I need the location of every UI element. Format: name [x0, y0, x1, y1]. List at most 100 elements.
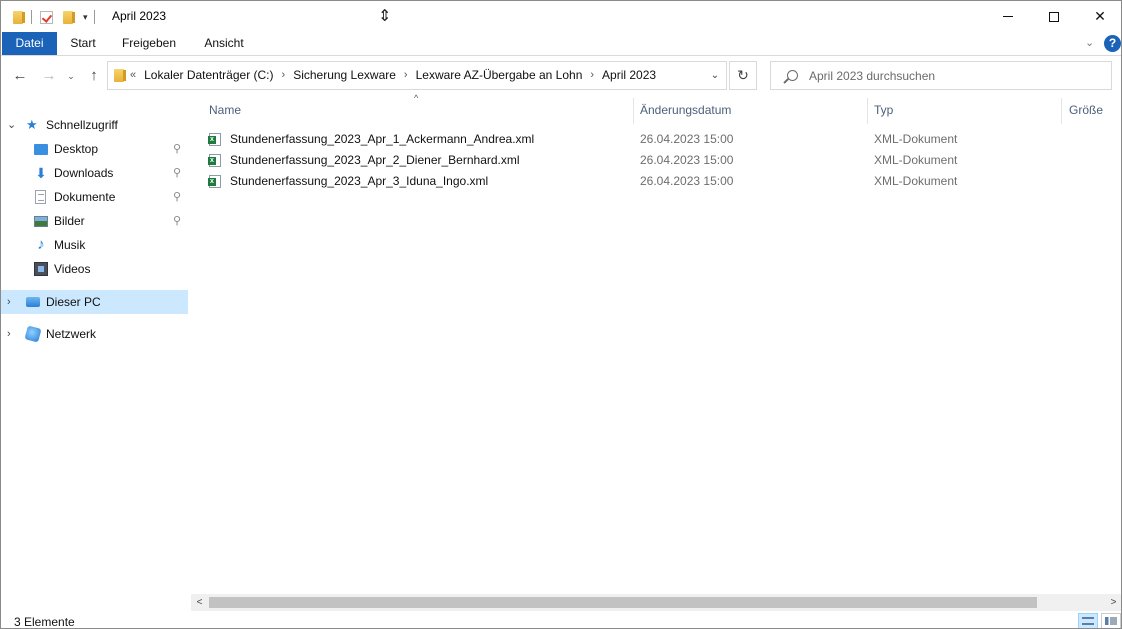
up-arrow-icon[interactable]: ↑: [84, 66, 104, 86]
xml-file-icon: [208, 154, 221, 167]
sidebar-item-dokumente[interactable]: Dokumente ⚲: [1, 185, 188, 209]
file-row[interactable]: Stundenerfassung_2023_Apr_1_Ackermann_An…: [201, 129, 1107, 150]
recent-locations-icon[interactable]: ⌄: [64, 66, 78, 86]
refresh-button[interactable]: ↻: [729, 61, 757, 90]
sidebar-item-label: Downloads: [54, 166, 114, 180]
large-icons-view-icon: [1105, 617, 1117, 625]
new-folder-icon[interactable]: [63, 10, 75, 24]
back-arrow-icon[interactable]: ←: [10, 66, 30, 86]
scroll-right-icon[interactable]: >: [1105, 594, 1121, 611]
documents-icon: [35, 190, 46, 204]
breadcrumb-april-2023[interactable]: April 2023: [602, 62, 656, 89]
close-icon: ✕: [1094, 8, 1106, 24]
scroll-left-icon[interactable]: <: [191, 594, 208, 611]
file-row[interactable]: Stundenerfassung_2023_Apr_3_Iduna_Ingo.x…: [201, 171, 1107, 192]
explorer-window: ▾ April 2023 ⇕ ✕ Datei Start Freigeben A…: [0, 0, 1122, 629]
maximize-button[interactable]: [1031, 1, 1077, 32]
chevron-right-icon[interactable]: ›: [7, 290, 11, 314]
column-header-size[interactable]: Größe: [1069, 97, 1103, 123]
horizontal-scrollbar[interactable]: < >: [191, 594, 1121, 611]
search-box[interactable]: [770, 61, 1112, 90]
pin-icon: ⚲: [173, 143, 182, 155]
sidebar-item-label: Musik: [54, 238, 86, 252]
navigation-pane: ⌄ ★ Schnellzugriff Desktop ⚲ ⬇ Downloads…: [1, 95, 189, 595]
column-divider[interactable]: [633, 98, 634, 124]
expand-ribbon-icon[interactable]: ⌄: [1085, 36, 1094, 49]
address-folder-icon: [114, 69, 126, 82]
sidebar-item-bilder[interactable]: Bilder ⚲: [1, 209, 188, 233]
breadcrumb-separator-icon[interactable]: ›: [282, 62, 286, 89]
file-name: Stundenerfassung_2023_Apr_2_Diener_Bernh…: [230, 153, 520, 167]
column-header-date[interactable]: Änderungsdatum: [640, 97, 731, 123]
sidebar-item-label: Dieser PC: [46, 295, 101, 309]
details-view-button[interactable]: [1078, 613, 1098, 628]
navigation-bar: ← → ⌄ ↑ « Lokaler Datenträger (C:) › Sic…: [1, 57, 1121, 95]
sidebar-item-videos[interactable]: Videos: [1, 257, 188, 281]
tab-freigeben[interactable]: Freigeben: [111, 32, 187, 55]
scrollbar-thumb[interactable]: [209, 597, 1037, 608]
xml-file-icon: [208, 175, 221, 188]
file-name: Stundenerfassung_2023_Apr_3_Iduna_Ingo.x…: [230, 174, 489, 188]
minimize-icon: [1003, 16, 1013, 17]
large-icons-view-button[interactable]: [1101, 613, 1121, 628]
tab-datei[interactable]: Datei: [2, 32, 57, 55]
customize-toolbar-icon[interactable]: ▾: [83, 12, 88, 23]
tab-ansicht[interactable]: Ansicht: [191, 32, 257, 55]
help-icon[interactable]: ?: [1104, 35, 1121, 52]
refresh-icon: ↻: [737, 67, 749, 83]
chevron-down-icon[interactable]: ⌄: [7, 113, 16, 137]
sidebar-item-label: Videos: [54, 262, 91, 276]
column-divider[interactable]: [867, 98, 868, 124]
breadcrumb-local-disk[interactable]: Lokaler Datenträger (C:): [144, 62, 273, 89]
forward-arrow-icon[interactable]: →: [39, 66, 59, 86]
search-input[interactable]: [809, 62, 1099, 89]
properties-icon[interactable]: [40, 10, 53, 24]
sidebar-item-desktop[interactable]: Desktop ⚲: [1, 137, 188, 161]
file-date: 26.04.2023 15:00: [640, 132, 734, 146]
file-type: XML-Dokument: [874, 132, 958, 146]
videos-icon: [34, 262, 48, 276]
breadcrumb-sicherung-lexware[interactable]: Sicherung Lexware: [293, 62, 396, 89]
pin-icon: ⚲: [173, 215, 182, 227]
toolbar-separator: [93, 10, 95, 24]
sidebar-item-netzwerk[interactable]: › Netzwerk: [1, 322, 188, 346]
sidebar-item-label: Netzwerk: [46, 327, 97, 341]
network-icon: [24, 325, 42, 343]
address-bar[interactable]: « Lokaler Datenträger (C:) › Sicherung L…: [107, 61, 727, 90]
sidebar-item-label: Dokumente: [54, 190, 116, 204]
breadcrumb-separator-icon[interactable]: ›: [404, 62, 408, 89]
tab-start[interactable]: Start: [57, 32, 109, 55]
computer-icon: [26, 297, 40, 307]
sidebar-item-label: Desktop: [54, 142, 99, 156]
search-icon: [787, 70, 798, 81]
column-header-name[interactable]: Name: [209, 97, 241, 123]
breadcrumb-az-uebergabe[interactable]: Lexware AZ-Übergabe an Lohn: [416, 62, 583, 89]
sidebar-item-schnellzugriff[interactable]: ⌄ ★ Schnellzugriff: [1, 113, 188, 137]
star-icon: ★: [26, 117, 38, 132]
column-header-type[interactable]: Typ: [874, 97, 893, 123]
file-row[interactable]: Stundenerfassung_2023_Apr_2_Diener_Bernh…: [201, 150, 1107, 171]
sort-ascending-icon: ^: [414, 93, 419, 103]
quick-access-toolbar: ▾: [13, 8, 99, 26]
sidebar-item-musik[interactable]: ♪ Musik: [1, 233, 188, 257]
sidebar-item-label: Bilder: [54, 214, 85, 228]
close-button[interactable]: ✕: [1077, 1, 1121, 32]
file-date: 26.04.2023 15:00: [640, 153, 734, 167]
minimize-button[interactable]: [985, 1, 1031, 32]
file-type: XML-Dokument: [874, 174, 958, 188]
music-icon: ♪: [37, 236, 45, 253]
xml-file-icon: [208, 133, 221, 146]
file-type: XML-Dokument: [874, 153, 958, 167]
sidebar-item-downloads[interactable]: ⬇ Downloads ⚲: [1, 161, 188, 185]
column-divider[interactable]: [1061, 98, 1062, 124]
chevron-right-icon[interactable]: ›: [7, 322, 11, 346]
pin-icon: ⚲: [173, 167, 182, 179]
title-bar: ▾ April 2023 ⇕ ✕: [1, 1, 1121, 32]
maximize-icon: [1049, 11, 1059, 22]
breadcrumb-separator-icon[interactable]: ›: [590, 62, 594, 89]
breadcrumb: « Lokaler Datenträger (C:) › Sicherung L…: [130, 62, 656, 89]
breadcrumb-overflow-icon[interactable]: «: [130, 62, 136, 89]
address-dropdown-icon[interactable]: ⌄: [705, 62, 725, 89]
file-name: Stundenerfassung_2023_Apr_1_Ackermann_An…: [230, 132, 535, 146]
sidebar-item-dieser-pc[interactable]: › Dieser PC: [1, 290, 188, 314]
